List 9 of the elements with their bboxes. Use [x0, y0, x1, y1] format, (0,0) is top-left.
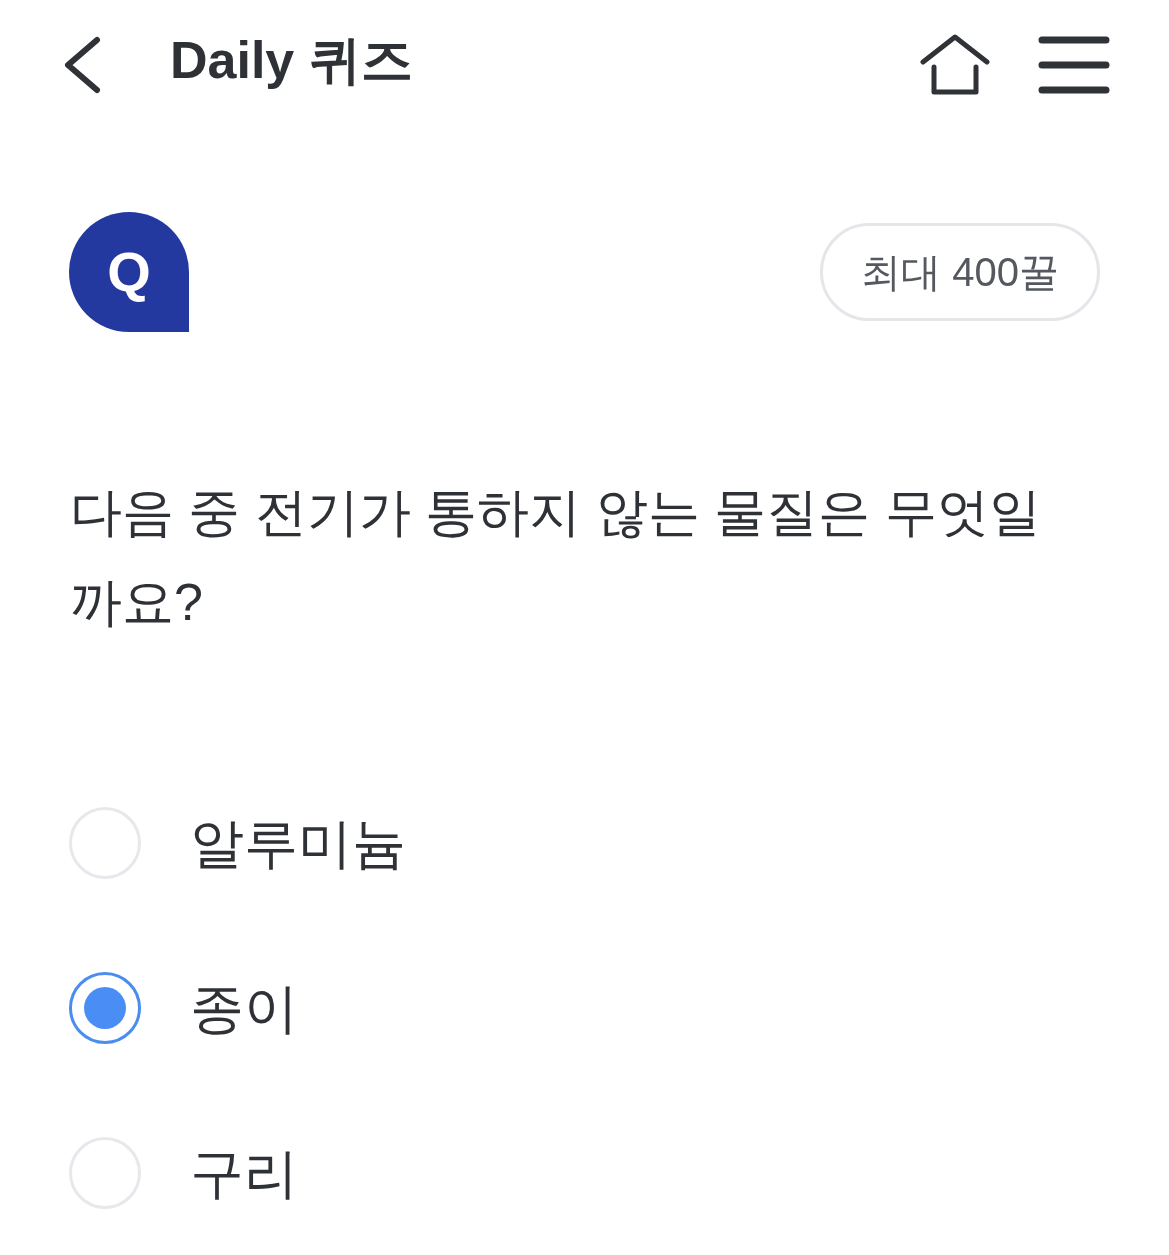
- home-icon[interactable]: [920, 34, 990, 96]
- menu-icon[interactable]: [1038, 36, 1110, 94]
- question-text: 다음 중 전기가 통하지 않는 물질은 무엇일까요?: [70, 482, 1042, 633]
- back-icon[interactable]: [63, 36, 101, 94]
- question-bubble: Q: [69, 212, 189, 332]
- reward-badge: 최대 400꿀: [820, 223, 1100, 321]
- option-label[interactable]: 종이: [190, 980, 298, 1035]
- option-label[interactable]: 알루미늄: [190, 815, 406, 870]
- option-label[interactable]: 구리: [190, 1145, 298, 1200]
